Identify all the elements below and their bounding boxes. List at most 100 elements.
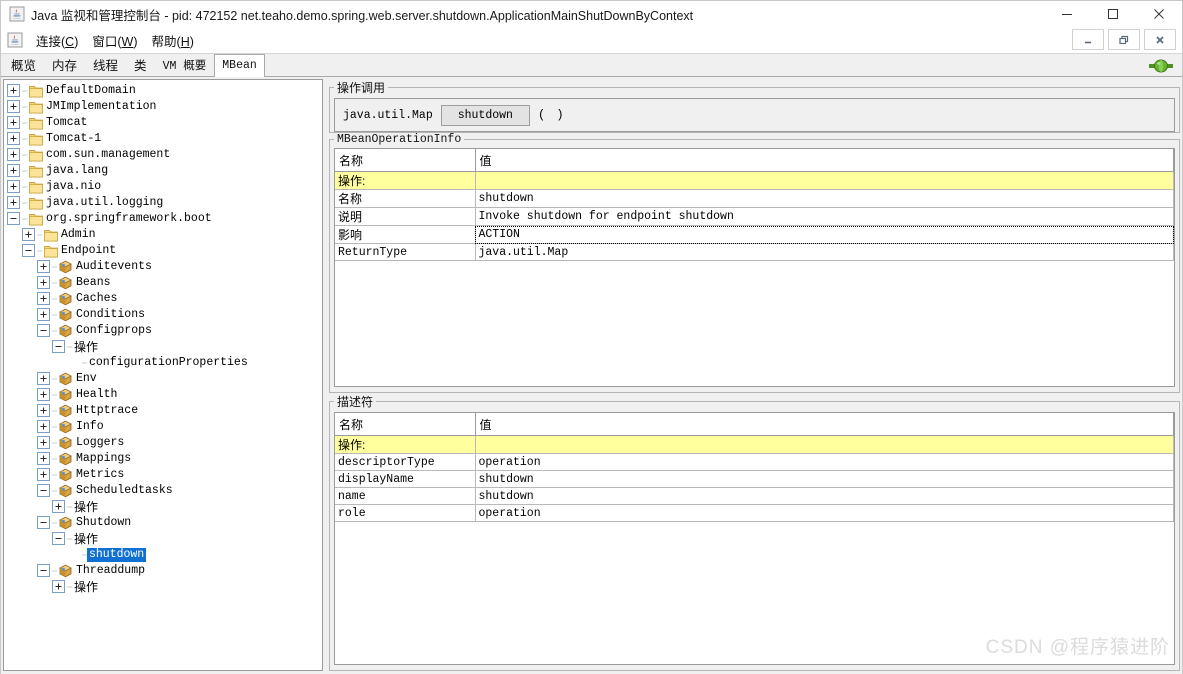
tree-node-Caches[interactable]: Caches — [4, 291, 322, 307]
collapse-icon[interactable] — [36, 323, 52, 339]
expand-icon[interactable] — [6, 163, 22, 179]
tree-node-Env[interactable]: Env — [4, 371, 322, 387]
menu-item-help[interactable]: 帮助(H) — [145, 29, 201, 52]
expand-icon[interactable] — [51, 579, 67, 595]
tree-node-Tomcat[interactable]: Tomcat — [4, 115, 322, 131]
table-row[interactable]: ReturnTypejava.util.Map — [335, 244, 1174, 261]
expand-icon[interactable] — [51, 499, 67, 515]
table-row[interactable]: nameshutdown — [335, 488, 1174, 505]
collapse-icon[interactable] — [36, 483, 52, 499]
operation-info-header-0[interactable]: 名称 — [335, 149, 475, 172]
mbean-tree-panel[interactable]: DefaultDomainJMImplementationTomcatTomca… — [3, 79, 323, 671]
tree-node-JMImplementation[interactable]: JMImplementation — [4, 99, 322, 115]
table-row[interactable]: 操作: — [335, 172, 1174, 190]
operation-info-header-1[interactable]: 值 — [475, 149, 1174, 172]
invoke-shutdown-button[interactable]: shutdown — [441, 105, 530, 126]
tree-node-java-util-logging[interactable]: java.util.logging — [4, 195, 322, 211]
tab-VM-概要[interactable]: VM 概要 — [155, 55, 215, 77]
expand-icon[interactable] — [36, 371, 52, 387]
tree-node-configurationProperties[interactable]: configurationProperties — [4, 355, 322, 371]
operation-invocation-row: java.util.Map shutdown ( ) — [335, 99, 1174, 131]
expand-icon[interactable] — [6, 147, 22, 163]
expand-icon[interactable] — [36, 259, 52, 275]
tab-类[interactable]: 类 — [126, 55, 155, 77]
tree-node-Admin[interactable]: Admin — [4, 227, 322, 243]
tree-node-Tomcat-1[interactable]: Tomcat-1 — [4, 131, 322, 147]
descriptor-header-1[interactable]: 值 — [475, 413, 1174, 436]
tab-概览[interactable]: 概览 — [3, 55, 44, 77]
tree-node-operations-26[interactable]: 操作 — [4, 499, 322, 515]
frame-minimize-button[interactable] — [1072, 29, 1104, 50]
collapse-icon[interactable] — [6, 211, 22, 227]
table-row[interactable]: 说明Invoke shutdown for endpoint shutdown — [335, 208, 1174, 226]
maximize-button[interactable] — [1090, 1, 1136, 27]
close-button[interactable] — [1136, 1, 1182, 27]
tab-MBean[interactable]: MBean — [214, 54, 265, 77]
tree-node-Loggers[interactable]: Loggers — [4, 435, 322, 451]
collapse-icon[interactable] — [36, 563, 52, 579]
tree-node-shutdown[interactable]: shutdown — [4, 547, 322, 563]
tree-node-Info[interactable]: Info — [4, 419, 322, 435]
tree-node-com-sun-management[interactable]: com.sun.management — [4, 147, 322, 163]
table-row[interactable]: descriptorTypeoperation — [335, 454, 1174, 471]
frame-restore-button[interactable] — [1108, 29, 1140, 50]
expand-icon[interactable] — [6, 99, 22, 115]
tree-node-Auditevents[interactable]: Auditevents — [4, 259, 322, 275]
tree-node-Beans[interactable]: Beans — [4, 275, 322, 291]
collapse-icon[interactable] — [21, 243, 37, 259]
table-row[interactable]: 影响ACTION — [335, 226, 1174, 244]
mbean-icon — [57, 291, 74, 307]
expand-icon[interactable] — [6, 115, 22, 131]
operation-invocation-group: 操作调用 java.util.Map shutdown ( ) — [329, 79, 1180, 133]
expand-icon[interactable] — [36, 307, 52, 323]
tree-node-Scheduledtasks[interactable]: Scheduledtasks — [4, 483, 322, 499]
operation-info-row-name: 名称 — [335, 190, 475, 208]
expand-icon[interactable] — [36, 467, 52, 483]
collapse-icon[interactable] — [36, 515, 52, 531]
tree-node-operations-31[interactable]: 操作 — [4, 579, 322, 595]
tree-node-Threaddump[interactable]: Threaddump — [4, 563, 322, 579]
tree-node-org-springframework-boot[interactable]: org.springframework.boot — [4, 211, 322, 227]
expand-icon[interactable] — [6, 131, 22, 147]
expand-icon[interactable] — [36, 387, 52, 403]
tree-node-java-lang[interactable]: java.lang — [4, 163, 322, 179]
expand-icon[interactable] — [36, 291, 52, 307]
frame-close-button[interactable] — [1144, 29, 1176, 50]
tree-node-java-nio[interactable]: java.nio — [4, 179, 322, 195]
tree-node-Conditions[interactable]: Conditions — [4, 307, 322, 323]
mbean-tree[interactable]: DefaultDomainJMImplementationTomcatTomca… — [4, 80, 322, 595]
expand-icon[interactable] — [6, 179, 22, 195]
expand-icon[interactable] — [36, 435, 52, 451]
descriptor-scroll[interactable]: 名称值 操作:descriptorTypeoperationdisplayNam… — [335, 413, 1174, 664]
expand-icon[interactable] — [36, 275, 52, 291]
expand-icon[interactable] — [6, 195, 22, 211]
tree-node-Health[interactable]: Health — [4, 387, 322, 403]
menu-item-connection[interactable]: 连接(C) — [29, 29, 85, 52]
tree-node-Mappings[interactable]: Mappings — [4, 451, 322, 467]
tab-线程[interactable]: 线程 — [85, 55, 126, 77]
tree-node-Httptrace[interactable]: Httptrace — [4, 403, 322, 419]
minimize-button[interactable] — [1044, 1, 1090, 27]
tree-node-operations-28[interactable]: 操作 — [4, 531, 322, 547]
tree-node-Shutdown[interactable]: Shutdown — [4, 515, 322, 531]
table-row[interactable]: displayNameshutdown — [335, 471, 1174, 488]
table-row[interactable]: roleoperation — [335, 505, 1174, 522]
tree-node-Endpoint[interactable]: Endpoint — [4, 243, 322, 259]
expand-icon[interactable] — [36, 451, 52, 467]
tree-node-operations-16[interactable]: 操作 — [4, 339, 322, 355]
tab-内存[interactable]: 内存 — [44, 55, 85, 77]
operation-info-scroll[interactable]: 名称值 操作:名称shutdown说明Invoke shutdown for e… — [335, 149, 1174, 386]
expand-icon[interactable] — [36, 419, 52, 435]
tree-node-Metrics[interactable]: Metrics — [4, 467, 322, 483]
descriptor-header-0[interactable]: 名称 — [335, 413, 475, 436]
collapse-icon[interactable] — [51, 339, 67, 355]
expand-icon[interactable] — [36, 403, 52, 419]
collapse-icon[interactable] — [51, 531, 67, 547]
expand-icon[interactable] — [21, 227, 37, 243]
tree-node-DefaultDomain[interactable]: DefaultDomain — [4, 83, 322, 99]
expand-icon[interactable] — [6, 83, 22, 99]
tree-node-Configprops[interactable]: Configprops — [4, 323, 322, 339]
table-row[interactable]: 名称shutdown — [335, 190, 1174, 208]
menu-item-window[interactable]: 窗口(W) — [85, 29, 144, 52]
table-row[interactable]: 操作: — [335, 436, 1174, 454]
